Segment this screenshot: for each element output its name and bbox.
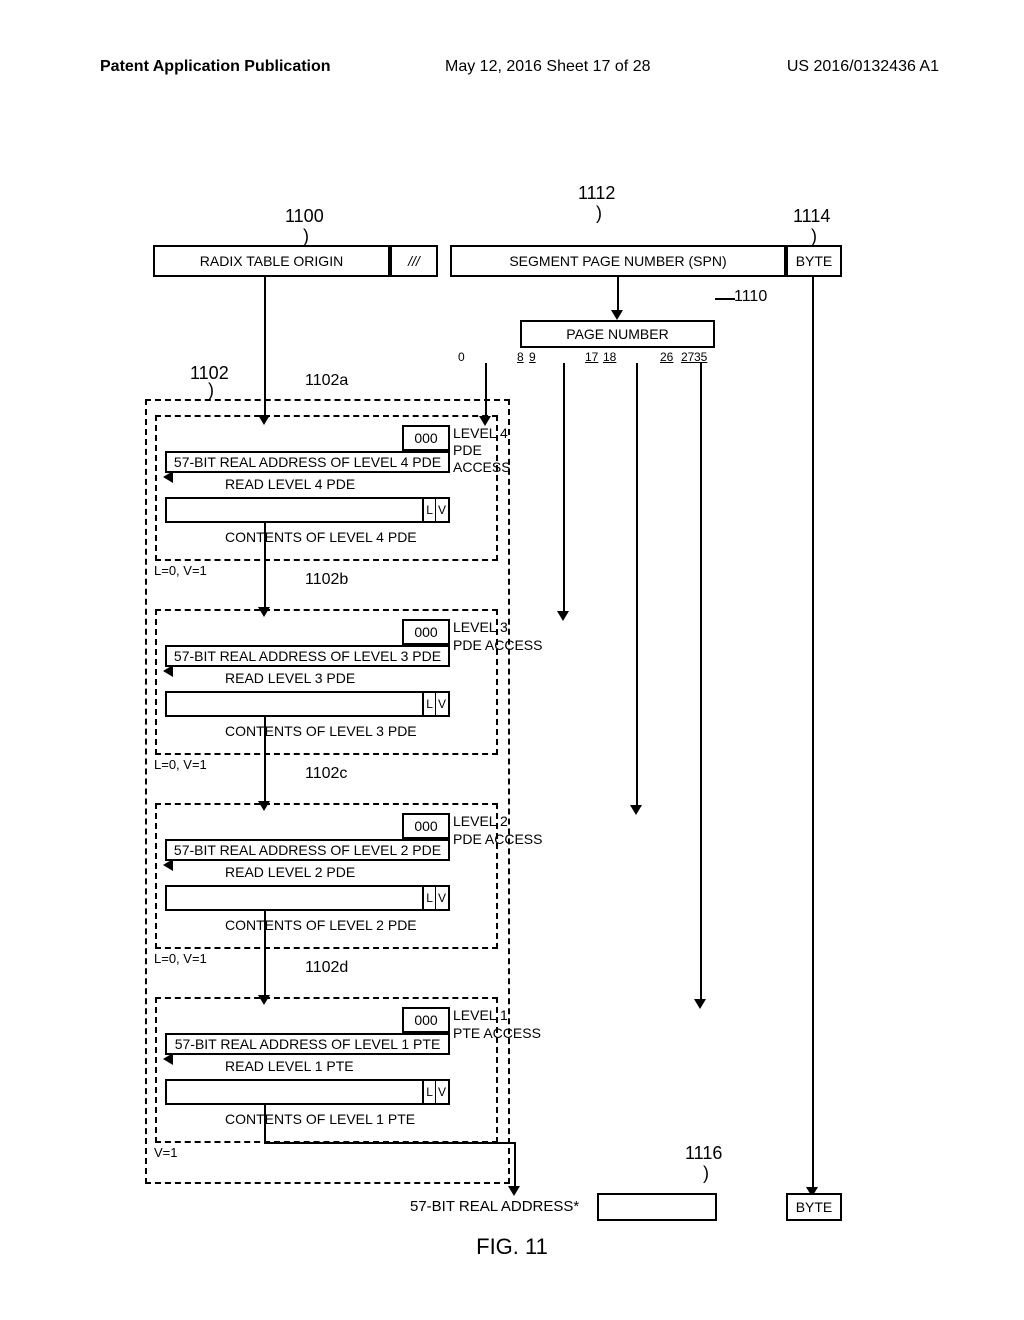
tick-9: 9 <box>529 350 536 364</box>
curly-1114: ) <box>811 226 817 247</box>
curly-1116: ) <box>703 1163 709 1184</box>
curly-1112: ) <box>596 203 602 224</box>
l4-read: READ LEVEL 4 PDE <box>225 475 355 493</box>
radix-origin-box: RADIX TABLE ORIGIN <box>153 245 390 277</box>
tick-35: 35 <box>694 350 707 364</box>
l4-contents-box <box>165 497 450 523</box>
slashes-box: /// <box>390 245 438 277</box>
tick-0: 0 <box>458 350 465 364</box>
l1-000: 000 <box>402 1007 450 1033</box>
l3-contents: CONTENTS OF LEVEL 3 PDE <box>225 722 417 740</box>
tick-26: 26 <box>660 350 673 364</box>
l3-addr: 57-BIT REAL ADDRESS OF LEVEL 3 PDE <box>165 645 450 667</box>
l1-lv-box: L V <box>422 1079 450 1105</box>
v-arrow-3-head <box>630 805 642 815</box>
v-arrow-3 <box>636 363 638 807</box>
l3-V: V <box>436 693 448 715</box>
header-pub-number: US 2016/0132436 A1 <box>787 58 939 76</box>
l4-lv: L=0, V=1 <box>154 563 207 580</box>
figure-label: FIG. 11 <box>0 1234 1024 1260</box>
arrow-spn-line <box>617 277 619 312</box>
header-date-sheet: May 12, 2016 Sheet 17 of 28 <box>445 58 650 76</box>
v-arrow-4 <box>700 363 702 1001</box>
arrow-l1-across <box>264 1142 514 1144</box>
l2-read: READ LEVEL 2 PDE <box>225 863 355 881</box>
tick-17: 17 <box>585 350 598 364</box>
l1-lv: V=1 <box>154 1145 178 1162</box>
l4-V: V <box>436 499 448 521</box>
l1-contents-box <box>165 1079 450 1105</box>
l4-access-1: LEVEL 4 <box>453 424 508 442</box>
ref-1116: 1116 <box>685 1143 722 1164</box>
page-number-box: PAGE NUMBER <box>520 320 715 348</box>
arrow-l1-head <box>508 1186 520 1196</box>
l4-contents: CONTENTS OF LEVEL 4 PDE <box>225 528 417 546</box>
byte-arrow-line <box>812 277 814 1189</box>
l4-000: 000 <box>402 425 450 451</box>
l4-arrow-left <box>163 471 173 483</box>
l3-read: READ LEVEL 3 PDE <box>225 669 355 687</box>
l1-read: READ LEVEL 1 PTE <box>225 1057 354 1075</box>
l3-000: 000 <box>402 619 450 645</box>
l1-contents: CONTENTS OF LEVEL 1 PTE <box>225 1110 415 1128</box>
l2-V: V <box>436 887 448 909</box>
spn-box: SEGMENT PAGE NUMBER (SPN) <box>450 245 786 277</box>
l3-contents-box <box>165 691 450 717</box>
ref-1112: 1112 <box>578 183 615 204</box>
arrow-l4-down <box>264 523 266 609</box>
l1-addr: 57-BIT REAL ADDRESS OF LEVEL 1 PTE <box>165 1033 450 1055</box>
v-arrow-2 <box>563 363 565 613</box>
tick-27: 27 <box>681 350 694 364</box>
arrow-l2-down <box>264 911 266 997</box>
tick-8: 8 <box>517 350 524 364</box>
bottom-addr-label: 57-BIT REAL ADDRESS* <box>410 1197 579 1217</box>
ref-1102b: 1102b <box>305 571 348 589</box>
tick-18: 18 <box>603 350 616 364</box>
l3-access: LEVEL 3 PDE ACCESS <box>453 618 542 654</box>
l2-addr: 57-BIT REAL ADDRESS OF LEVEL 2 PDE <box>165 839 450 861</box>
lead-1110 <box>715 298 735 300</box>
l2-lv: L=0, V=1 <box>154 951 207 968</box>
ref-1110: 1110 <box>734 288 767 306</box>
l2-000: 000 <box>402 813 450 839</box>
l3-arrow-left <box>163 665 173 677</box>
l4-lv-box: L V <box>422 497 450 523</box>
l2-arrow-left <box>163 859 173 871</box>
l4-L: L <box>424 499 436 521</box>
l2-lv-box: L V <box>422 885 450 911</box>
v-arrow-2-head <box>557 611 569 621</box>
ref-1102a: 1102a <box>305 372 348 390</box>
l1-V: V <box>436 1081 448 1103</box>
curly-1102: ) <box>208 380 214 401</box>
byte-box-top: BYTE <box>786 245 842 277</box>
arrow-spn-head <box>611 310 623 320</box>
l2-contents-box <box>165 885 450 911</box>
arrow-radix-down <box>264 277 266 417</box>
arrow-l1-down2 <box>514 1142 516 1188</box>
byte-box-bottom: BYTE <box>786 1193 842 1221</box>
bottom-empty-box <box>597 1193 717 1221</box>
ref-1100: 1100 <box>285 206 324 227</box>
v-arrow-4-head <box>694 999 706 1009</box>
l3-lv: L=0, V=1 <box>154 757 207 774</box>
l2-access: LEVEL 2 PDE ACCESS <box>453 812 542 848</box>
l4-addr: 57-BIT REAL ADDRESS OF LEVEL 4 PDE <box>165 451 450 473</box>
l4-access-3: ACCESS <box>453 458 511 476</box>
arrow-l1-down <box>264 1105 266 1142</box>
l3-L: L <box>424 693 436 715</box>
ref-1114: 1114 <box>793 206 830 227</box>
header-publication: Patent Application Publication <box>100 58 331 76</box>
l1-L: L <box>424 1081 436 1103</box>
l4-empty1 <box>165 425 402 451</box>
l2-contents: CONTENTS OF LEVEL 2 PDE <box>225 916 417 934</box>
l3-lv-box: L V <box>422 691 450 717</box>
l2-L: L <box>424 887 436 909</box>
l1-access: LEVEL 1 PTE ACCESS <box>453 1006 541 1042</box>
curly-1100: ) <box>303 226 309 247</box>
ref-1102c: 1102c <box>305 765 347 783</box>
ref-1102d: 1102d <box>305 959 348 977</box>
arrow-l3-down <box>264 717 266 803</box>
l1-arrow-left <box>163 1053 173 1065</box>
l4-access-2: PDE <box>453 441 482 459</box>
